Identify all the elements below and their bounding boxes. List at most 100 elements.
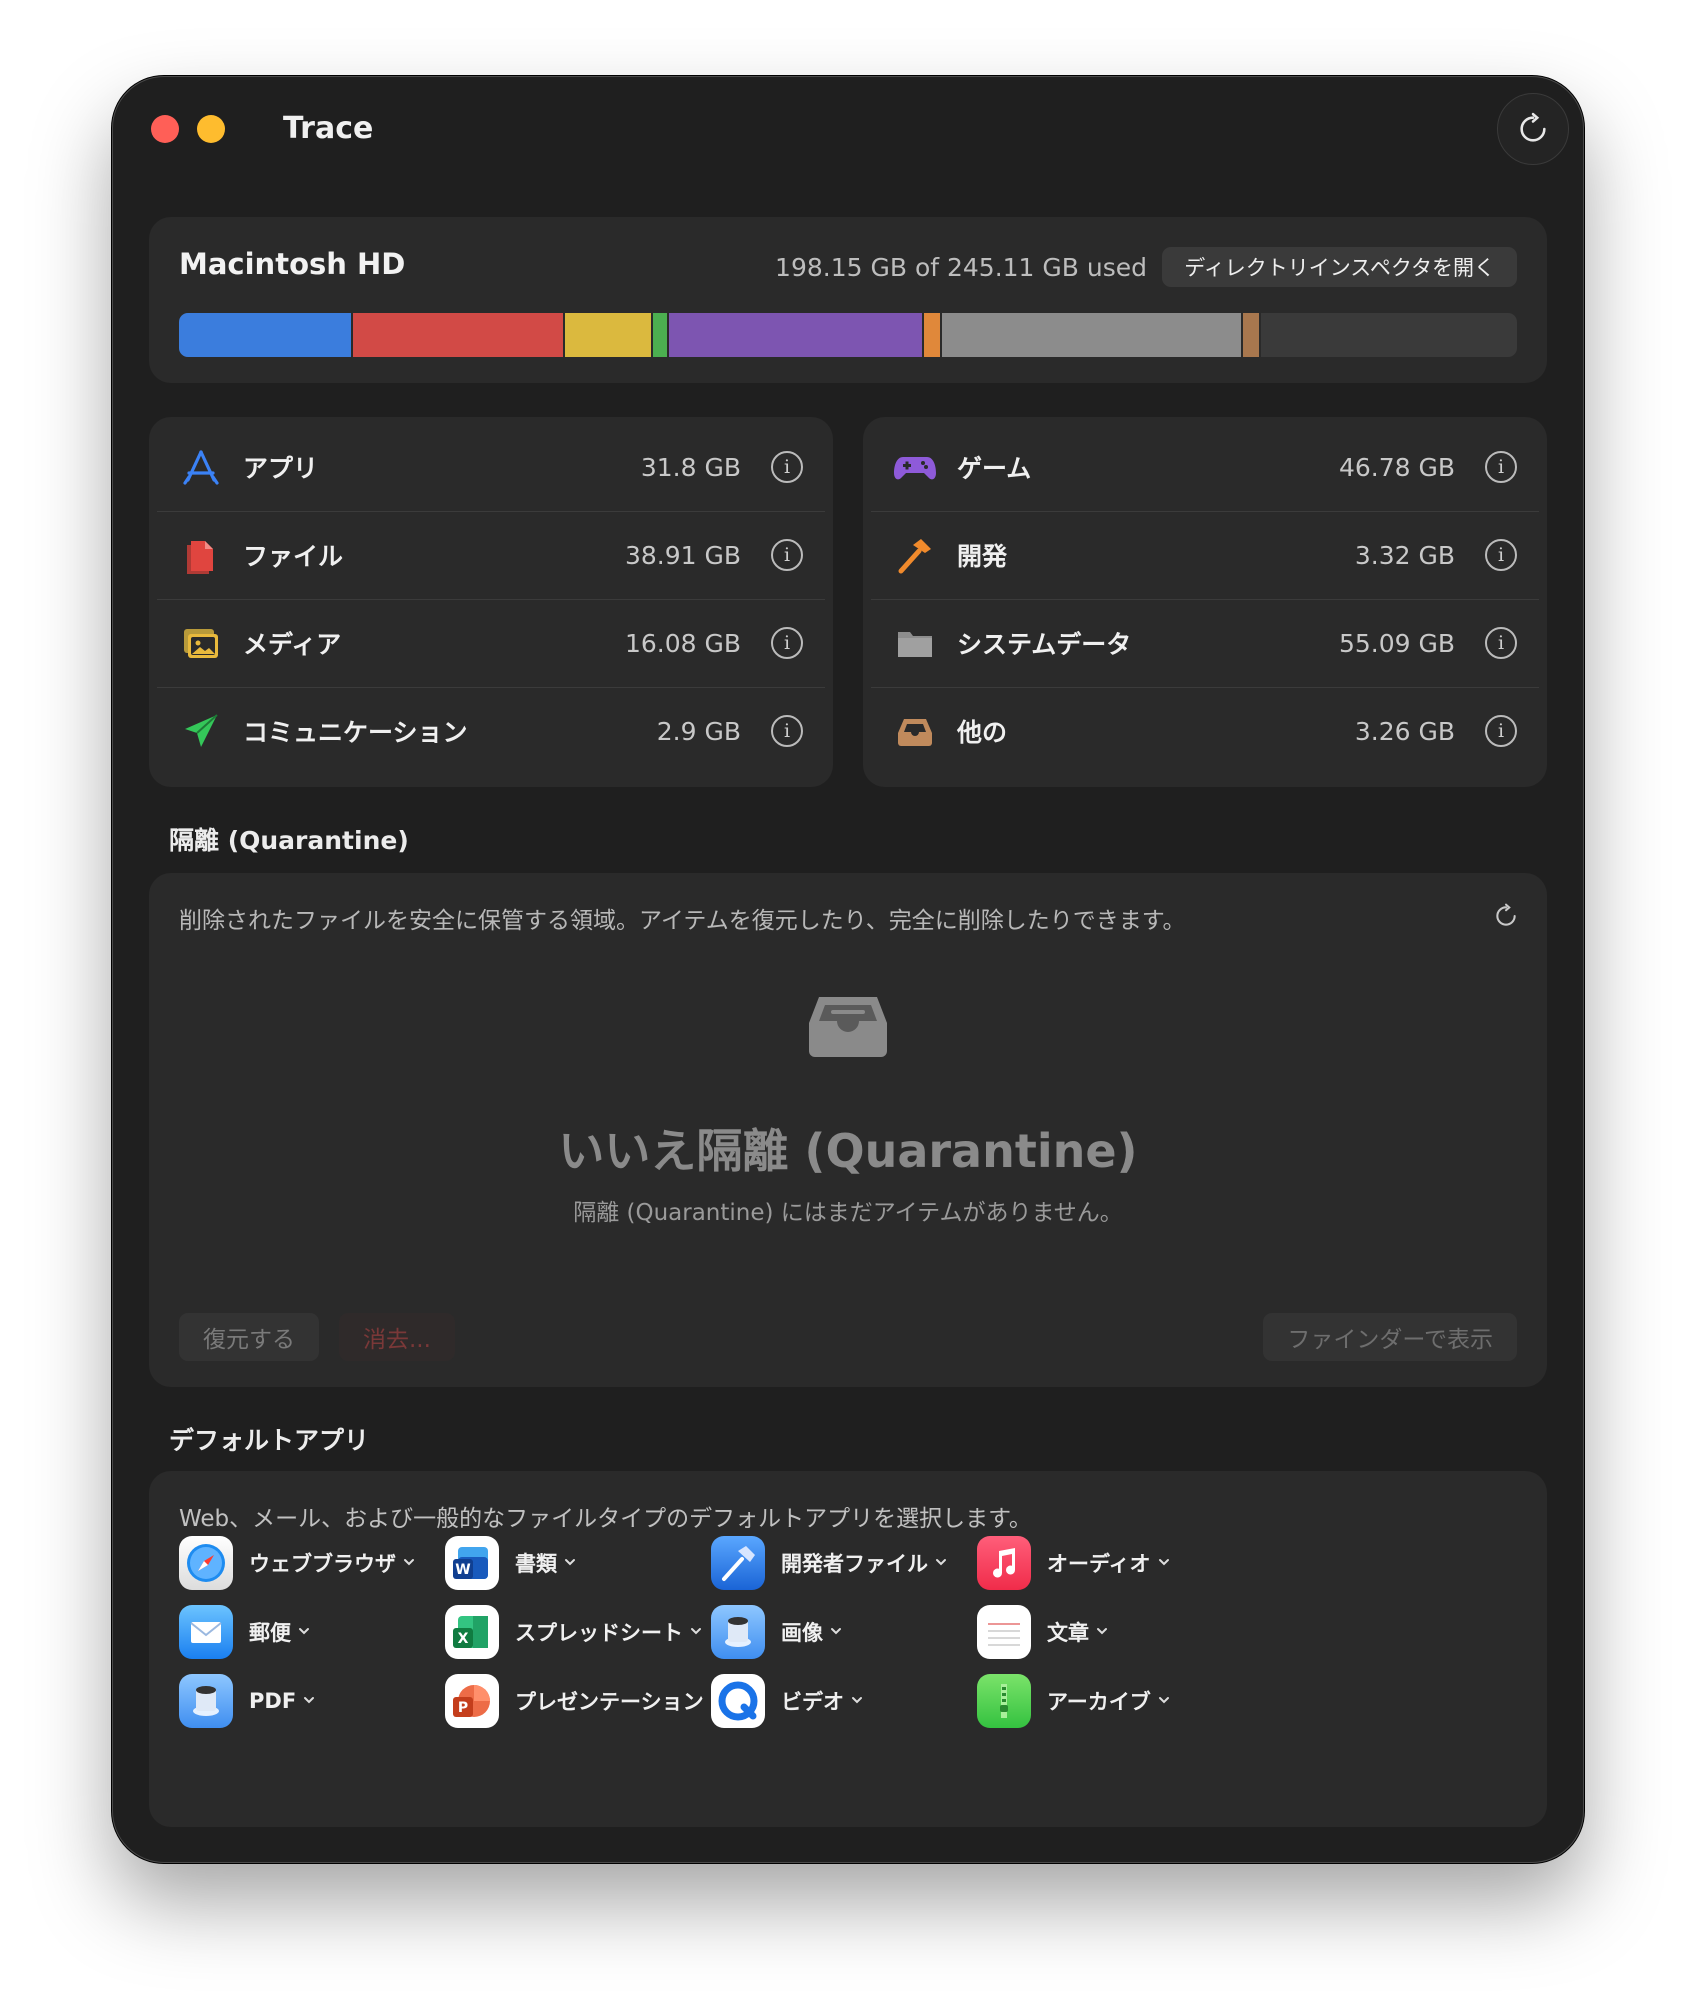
- safari-icon: [179, 1536, 233, 1590]
- category-size: 3.32 GB: [1354, 540, 1455, 570]
- textedit-icon: [977, 1605, 1031, 1659]
- documents-icon: [179, 533, 223, 577]
- svg-text:X: X: [458, 1631, 469, 1647]
- storage-usage-bar: [179, 313, 1517, 357]
- quarantine-empty-title: いいえ隔離 (Quarantine): [558, 1124, 1138, 1178]
- chevron-down-icon: [1095, 1623, 1109, 1642]
- default-app-selector[interactable]: ウェブブラウザ: [179, 1535, 416, 1591]
- restore-button[interactable]: 復元する: [179, 1313, 319, 1361]
- app-window: Trace Macintosh HD 198.15 GB of 245.11 G…: [112, 76, 1584, 1863]
- refresh-button[interactable]: [1497, 93, 1569, 165]
- default-app-label: プレゼンテーション: [515, 1690, 704, 1714]
- default-app-selector[interactable]: PDF: [179, 1673, 316, 1729]
- usage-segment: [942, 313, 1243, 357]
- mail-icon: [179, 1605, 233, 1659]
- category-row: ファイル 38.91 GB i: [157, 511, 825, 600]
- chevron-down-icon: [402, 1554, 416, 1573]
- minimize-window-button[interactable]: [197, 115, 225, 143]
- category-row: アプリ 31.8 GB i: [157, 423, 825, 512]
- usage-segment: [1242, 313, 1261, 357]
- default-app-label: ビデオ: [781, 1690, 844, 1714]
- photos-icon: [179, 621, 223, 665]
- default-app-selector[interactable]: 文章: [977, 1604, 1109, 1660]
- delete-button[interactable]: 消去...: [339, 1313, 455, 1361]
- app-store-icon: [179, 445, 223, 489]
- usage-segment: [352, 313, 565, 357]
- chevron-down-icon: [563, 1554, 577, 1573]
- category-row: コミュニケーション 2.9 GB i: [157, 687, 825, 775]
- paper-plane-icon: [179, 709, 223, 753]
- default-app-label: スプレッドシート: [515, 1621, 683, 1645]
- usage-segment: [668, 313, 924, 357]
- category-label: ファイル: [243, 542, 344, 571]
- window-title: Trace: [283, 111, 374, 146]
- chevron-down-icon: [829, 1623, 843, 1642]
- category-size: 31.8 GB: [640, 452, 741, 482]
- quarantine-description: 削除されたファイルを安全に保管する領域。アイテムを復元したり、完全に削除したりで…: [179, 908, 1186, 934]
- chevron-down-icon: [297, 1623, 311, 1642]
- show-in-finder-button[interactable]: ファインダーで表示: [1263, 1313, 1517, 1361]
- default-app-label: 郵便: [249, 1621, 291, 1645]
- default-app-label: 画像: [781, 1621, 823, 1645]
- disk-usage-text: 198.15 GB of 245.11 GB used: [775, 253, 1147, 282]
- default-app-selector[interactable]: W 書類: [445, 1535, 577, 1591]
- preview-icon: [711, 1605, 765, 1659]
- category-row: 開発 3.32 GB i: [871, 511, 1539, 600]
- svg-text:P: P: [458, 1700, 468, 1716]
- info-icon[interactable]: i: [1485, 451, 1517, 483]
- category-size: 16.08 GB: [624, 628, 741, 658]
- info-icon[interactable]: i: [1485, 627, 1517, 659]
- category-row: システムデータ 55.09 GB i: [871, 599, 1539, 688]
- category-row: 他の 3.26 GB i: [871, 687, 1539, 775]
- chevron-down-icon: [934, 1554, 948, 1573]
- category-row: メディア 16.08 GB i: [157, 599, 825, 688]
- powerpoint-icon: P: [445, 1674, 499, 1728]
- close-window-button[interactable]: [151, 115, 179, 143]
- usage-segment: [179, 313, 353, 357]
- hammer-icon: [893, 533, 937, 577]
- category-size: 55.09 GB: [1338, 628, 1455, 658]
- default-app-selector[interactable]: 画像: [711, 1604, 843, 1660]
- default-app-label: オーディオ: [1047, 1552, 1151, 1576]
- default-app-selector[interactable]: 郵便: [179, 1604, 311, 1660]
- default-app-selector[interactable]: アーカイブ: [977, 1673, 1171, 1729]
- chevron-down-icon: [689, 1623, 703, 1642]
- default-apps-heading: デフォルトアプリ: [169, 1426, 370, 1455]
- tray-icon: [893, 709, 937, 753]
- chevron-down-icon: [1157, 1554, 1171, 1573]
- info-icon[interactable]: i: [771, 539, 803, 571]
- default-app-selector[interactable]: 開発者ファイル: [711, 1535, 948, 1591]
- music-icon: [977, 1536, 1031, 1590]
- category-label: ゲーム: [957, 454, 1032, 483]
- word-icon: W: [445, 1536, 499, 1590]
- info-icon[interactable]: i: [771, 715, 803, 747]
- quarantine-card: 削除されたファイルを安全に保管する領域。アイテムを復元したり、完全に削除したりで…: [149, 873, 1547, 1387]
- info-icon[interactable]: i: [1485, 539, 1517, 571]
- category-size: 3.26 GB: [1354, 716, 1455, 746]
- info-icon[interactable]: i: [1485, 715, 1517, 747]
- category-label: コミュニケーション: [243, 718, 468, 747]
- xcode-icon: [711, 1536, 765, 1590]
- usage-segment: [923, 313, 943, 357]
- default-app-selector[interactable]: P プレゼンテーション: [445, 1673, 724, 1729]
- quarantine-refresh-button[interactable]: [1493, 903, 1519, 933]
- open-directory-inspector-button[interactable]: ディレクトリインスペクタを開く: [1162, 247, 1517, 287]
- quicktime-icon: [711, 1674, 765, 1728]
- empty-tray-icon: [805, 993, 891, 1063]
- default-app-label: アーカイブ: [1047, 1690, 1151, 1714]
- default-app-label: 書類: [515, 1552, 557, 1576]
- excel-icon: X: [445, 1605, 499, 1659]
- svg-text:W: W: [455, 1562, 470, 1578]
- default-app-label: 開発者ファイル: [781, 1552, 928, 1576]
- default-app-selector[interactable]: オーディオ: [977, 1535, 1171, 1591]
- archive-utility-icon: [977, 1674, 1031, 1728]
- default-app-label: ウェブブラウザ: [249, 1552, 396, 1576]
- info-icon[interactable]: i: [771, 627, 803, 659]
- refresh-icon: [1496, 903, 1516, 926]
- default-app-selector[interactable]: ビデオ: [711, 1673, 864, 1729]
- disk-usage-card: Macintosh HD 198.15 GB of 245.11 GB used…: [149, 217, 1547, 383]
- category-size: 46.78 GB: [1338, 452, 1455, 482]
- preview-pdf-icon: [179, 1674, 233, 1728]
- default-app-selector[interactable]: X スプレッドシート: [445, 1604, 703, 1660]
- info-icon[interactable]: i: [771, 451, 803, 483]
